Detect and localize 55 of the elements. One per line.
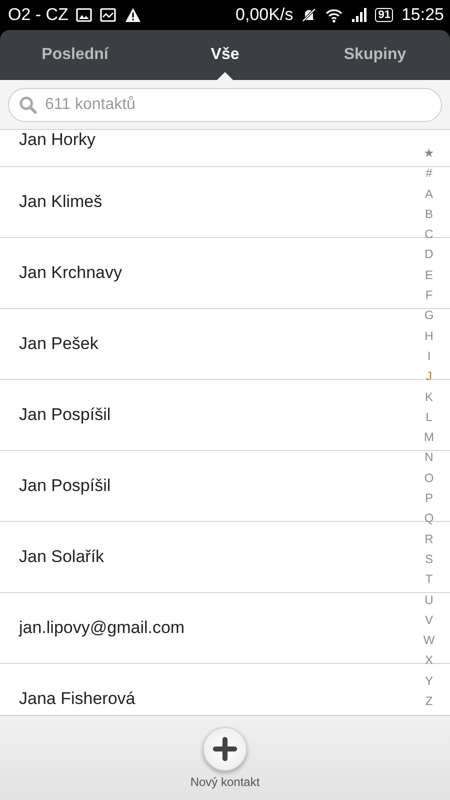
index-letter[interactable]: B (424, 204, 433, 224)
image-icon (76, 7, 92, 23)
network-speed-text: 0,00K/s (236, 5, 294, 25)
index-letter[interactable]: L (426, 406, 432, 428)
index-letter[interactable]: Q (424, 508, 434, 529)
contact-name[interactable]: Jana Fisherová (19, 689, 136, 709)
index-letter[interactable]: O (424, 468, 434, 488)
index-letter[interactable]: Y (424, 670, 433, 692)
contact-name[interactable]: Jan Horky (19, 130, 96, 150)
warning-icon (124, 7, 142, 23)
new-contact-label: Nový kontakt (190, 775, 260, 789)
index-letter[interactable]: H (424, 326, 434, 346)
contact-name[interactable]: Jan Solařík (19, 547, 104, 567)
wifi-icon (325, 8, 344, 22)
tab[interactable]: Skupiny (300, 30, 450, 80)
index-letter[interactable]: D (424, 244, 434, 265)
index-letter[interactable]: C (424, 224, 434, 244)
carrier-text: O2 - CZ (8, 5, 68, 25)
chart-image-icon (100, 7, 116, 23)
index-letter[interactable]: R (424, 528, 434, 549)
tab[interactable]: Vše (150, 30, 300, 80)
index-letter[interactable]: S (424, 548, 433, 570)
index-letter[interactable]: K (424, 386, 433, 407)
contact-name[interactable]: jan.lipovy@gmail.com (19, 618, 185, 638)
index-letter[interactable]: U (424, 590, 434, 610)
clock-text: 15:25 (401, 5, 444, 25)
search-icon (19, 96, 37, 114)
tab[interactable]: Poslední (0, 30, 150, 80)
index-letter[interactable]: E (424, 264, 433, 286)
index-letter[interactable]: X (424, 650, 433, 671)
contact-name[interactable]: Jan Krchnavy (19, 263, 122, 283)
search-field[interactable]: 611 kontaktů (8, 88, 442, 122)
add-contact-button[interactable] (203, 727, 247, 771)
muted-bell-icon (301, 7, 318, 23)
index-letter[interactable]: V (424, 610, 433, 630)
contact-name[interactable]: Jan Klimeš (19, 192, 102, 212)
index-letter[interactable]: # (426, 163, 432, 184)
index-letter[interactable]: Z (425, 691, 433, 712)
index-letter[interactable]: P (424, 488, 433, 508)
index-letter[interactable]: W (423, 630, 435, 650)
contact-name[interactable]: Jan Pešek (19, 334, 98, 354)
contact-name[interactable]: Jan Pospíšil (19, 476, 111, 496)
index-letter[interactable]: N (424, 447, 434, 468)
index-letter[interactable]: J (426, 366, 432, 387)
battery-level: 91 (375, 8, 394, 22)
index-letter[interactable]: I (427, 346, 431, 366)
index-letter[interactable]: T (425, 569, 433, 590)
signal-icon (351, 8, 368, 22)
plus-icon (213, 737, 237, 761)
index-letter[interactable]: F (425, 285, 433, 306)
index-letter[interactable]: ★ (424, 143, 434, 164)
contact-name[interactable]: Jan Pospíšil (19, 405, 111, 425)
index-letter[interactable]: G (424, 305, 434, 326)
index-letter[interactable]: M (424, 427, 434, 448)
index-letter[interactable]: A (424, 184, 433, 204)
